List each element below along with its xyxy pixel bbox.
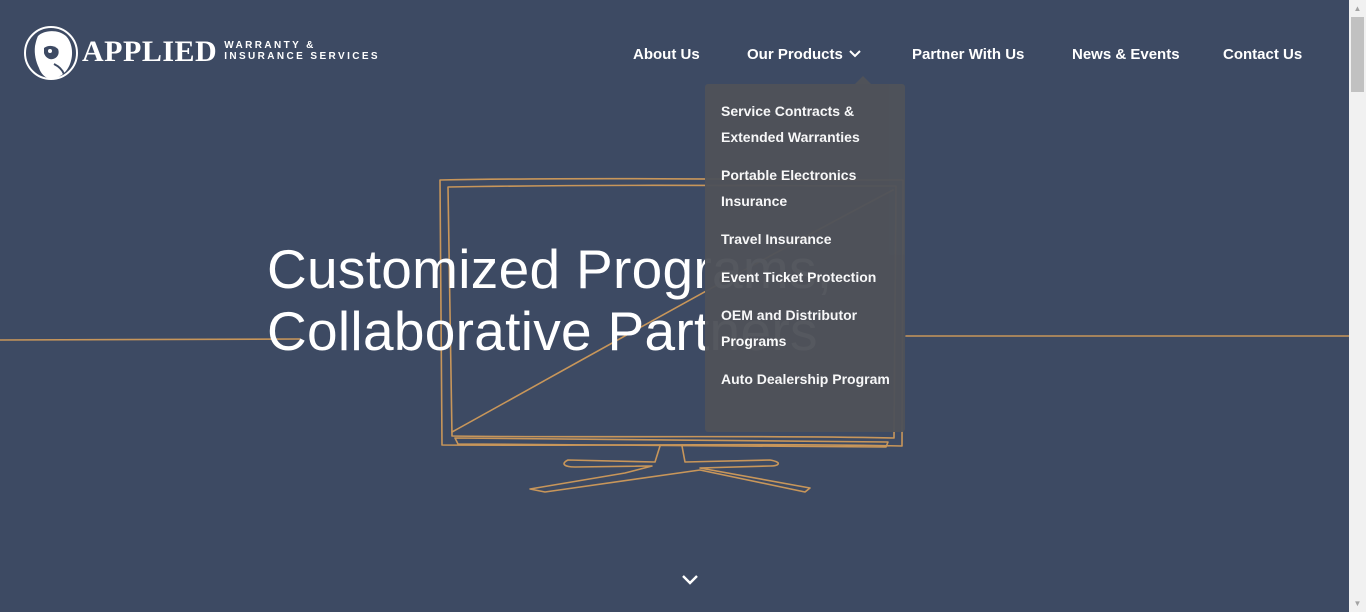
nav-our-products-label: Our Products [747,46,843,63]
main-nav: About Us Our Products Partner With Us Ne… [0,46,1349,66]
menu-item-service-contracts[interactable]: Service Contracts & Extended Warranties [721,98,899,150]
chevron-down-icon [849,49,861,57]
nav-partner-with-us[interactable]: Partner With Us [912,46,1024,63]
menu-item-event-ticket-protection[interactable]: Event Ticket Protection [721,264,899,290]
menu-item-oem-distributor[interactable]: OEM and Distributor Programs [721,302,899,354]
scroll-down-arrow-icon[interactable]: ▼ [1349,595,1366,612]
dropdown-caret [855,76,871,84]
vertical-scrollbar[interactable]: ▲ ▼ [1349,0,1366,612]
scrollbar-thumb[interactable] [1351,17,1364,92]
nav-contact-us[interactable]: Contact Us [1223,46,1302,63]
scroll-down-chevron-icon[interactable] [680,573,700,587]
menu-item-travel-insurance[interactable]: Travel Insurance [721,226,899,252]
menu-item-portable-electronics[interactable]: Portable Electronics Insurance [721,162,899,214]
nav-about-us[interactable]: About Us [633,46,700,63]
products-dropdown: Service Contracts & Extended Warranties … [705,84,905,432]
page: Customized Programs, Collaborative Partn… [0,0,1349,612]
nav-our-products[interactable]: Our Products [747,46,861,63]
nav-news-events[interactable]: News & Events [1072,46,1180,63]
menu-item-auto-dealership[interactable]: Auto Dealership Program [721,366,899,392]
scroll-up-arrow-icon[interactable]: ▲ [1349,0,1366,17]
